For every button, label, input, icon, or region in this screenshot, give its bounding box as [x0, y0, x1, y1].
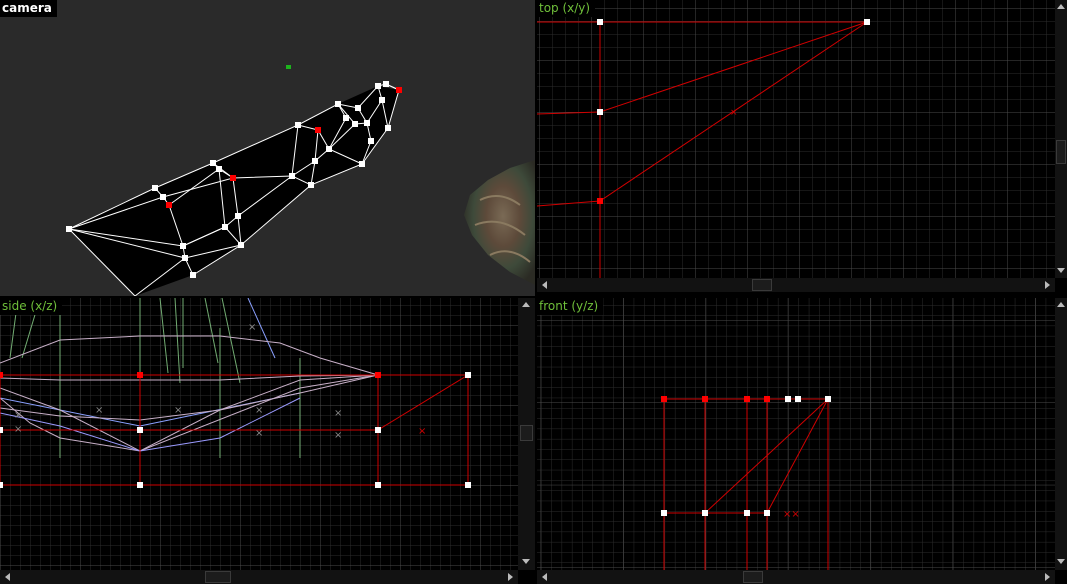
side-viewport-label: side (x/z) — [0, 298, 63, 315]
camera-viewport[interactable]: camera — [0, 0, 535, 296]
svg-text:×: × — [174, 405, 182, 416]
side-horizontal-scrollbar[interactable] — [0, 570, 518, 584]
side-viewport[interactable]: side (x/z) × × × × × × × × × × — [0, 298, 535, 584]
front-vertical-scrollbar[interactable] — [1055, 298, 1067, 570]
side-vertical-scrollbar[interactable] — [518, 298, 535, 570]
front-viewport-label: front (y/z) — [537, 298, 604, 315]
camera-wireframe — [66, 65, 535, 296]
side-grid: × × × × × × × × × × — [0, 298, 518, 570]
front-grid: ×× — [537, 298, 1055, 570]
svg-text:×: × — [418, 426, 426, 437]
svg-text:×: × — [334, 408, 342, 419]
svg-text:×: × — [14, 410, 22, 421]
top-vertical-scrollbar[interactable] — [1055, 0, 1067, 278]
svg-text:×: × — [255, 405, 263, 416]
svg-text:×: × — [248, 322, 256, 333]
top-viewport-label: top (x/y) — [537, 0, 596, 17]
camera-viewport-label: camera — [0, 0, 57, 17]
top-viewport[interactable]: top (x/y) × — [537, 0, 1067, 296]
svg-text:×: × — [334, 430, 342, 441]
svg-text:×: × — [730, 108, 738, 118]
front-horizontal-scrollbar[interactable] — [537, 570, 1055, 584]
front-viewport[interactable]: front (y/z) ×× — [537, 298, 1067, 584]
entity-marker-icon — [286, 65, 291, 69]
svg-text:×: × — [255, 428, 263, 439]
top-horizontal-scrollbar[interactable] — [537, 278, 1055, 292]
svg-text:×: × — [95, 405, 103, 416]
top-grid: × — [537, 0, 1055, 278]
svg-text:××: ×× — [783, 509, 800, 520]
svg-text:×: × — [14, 424, 22, 435]
